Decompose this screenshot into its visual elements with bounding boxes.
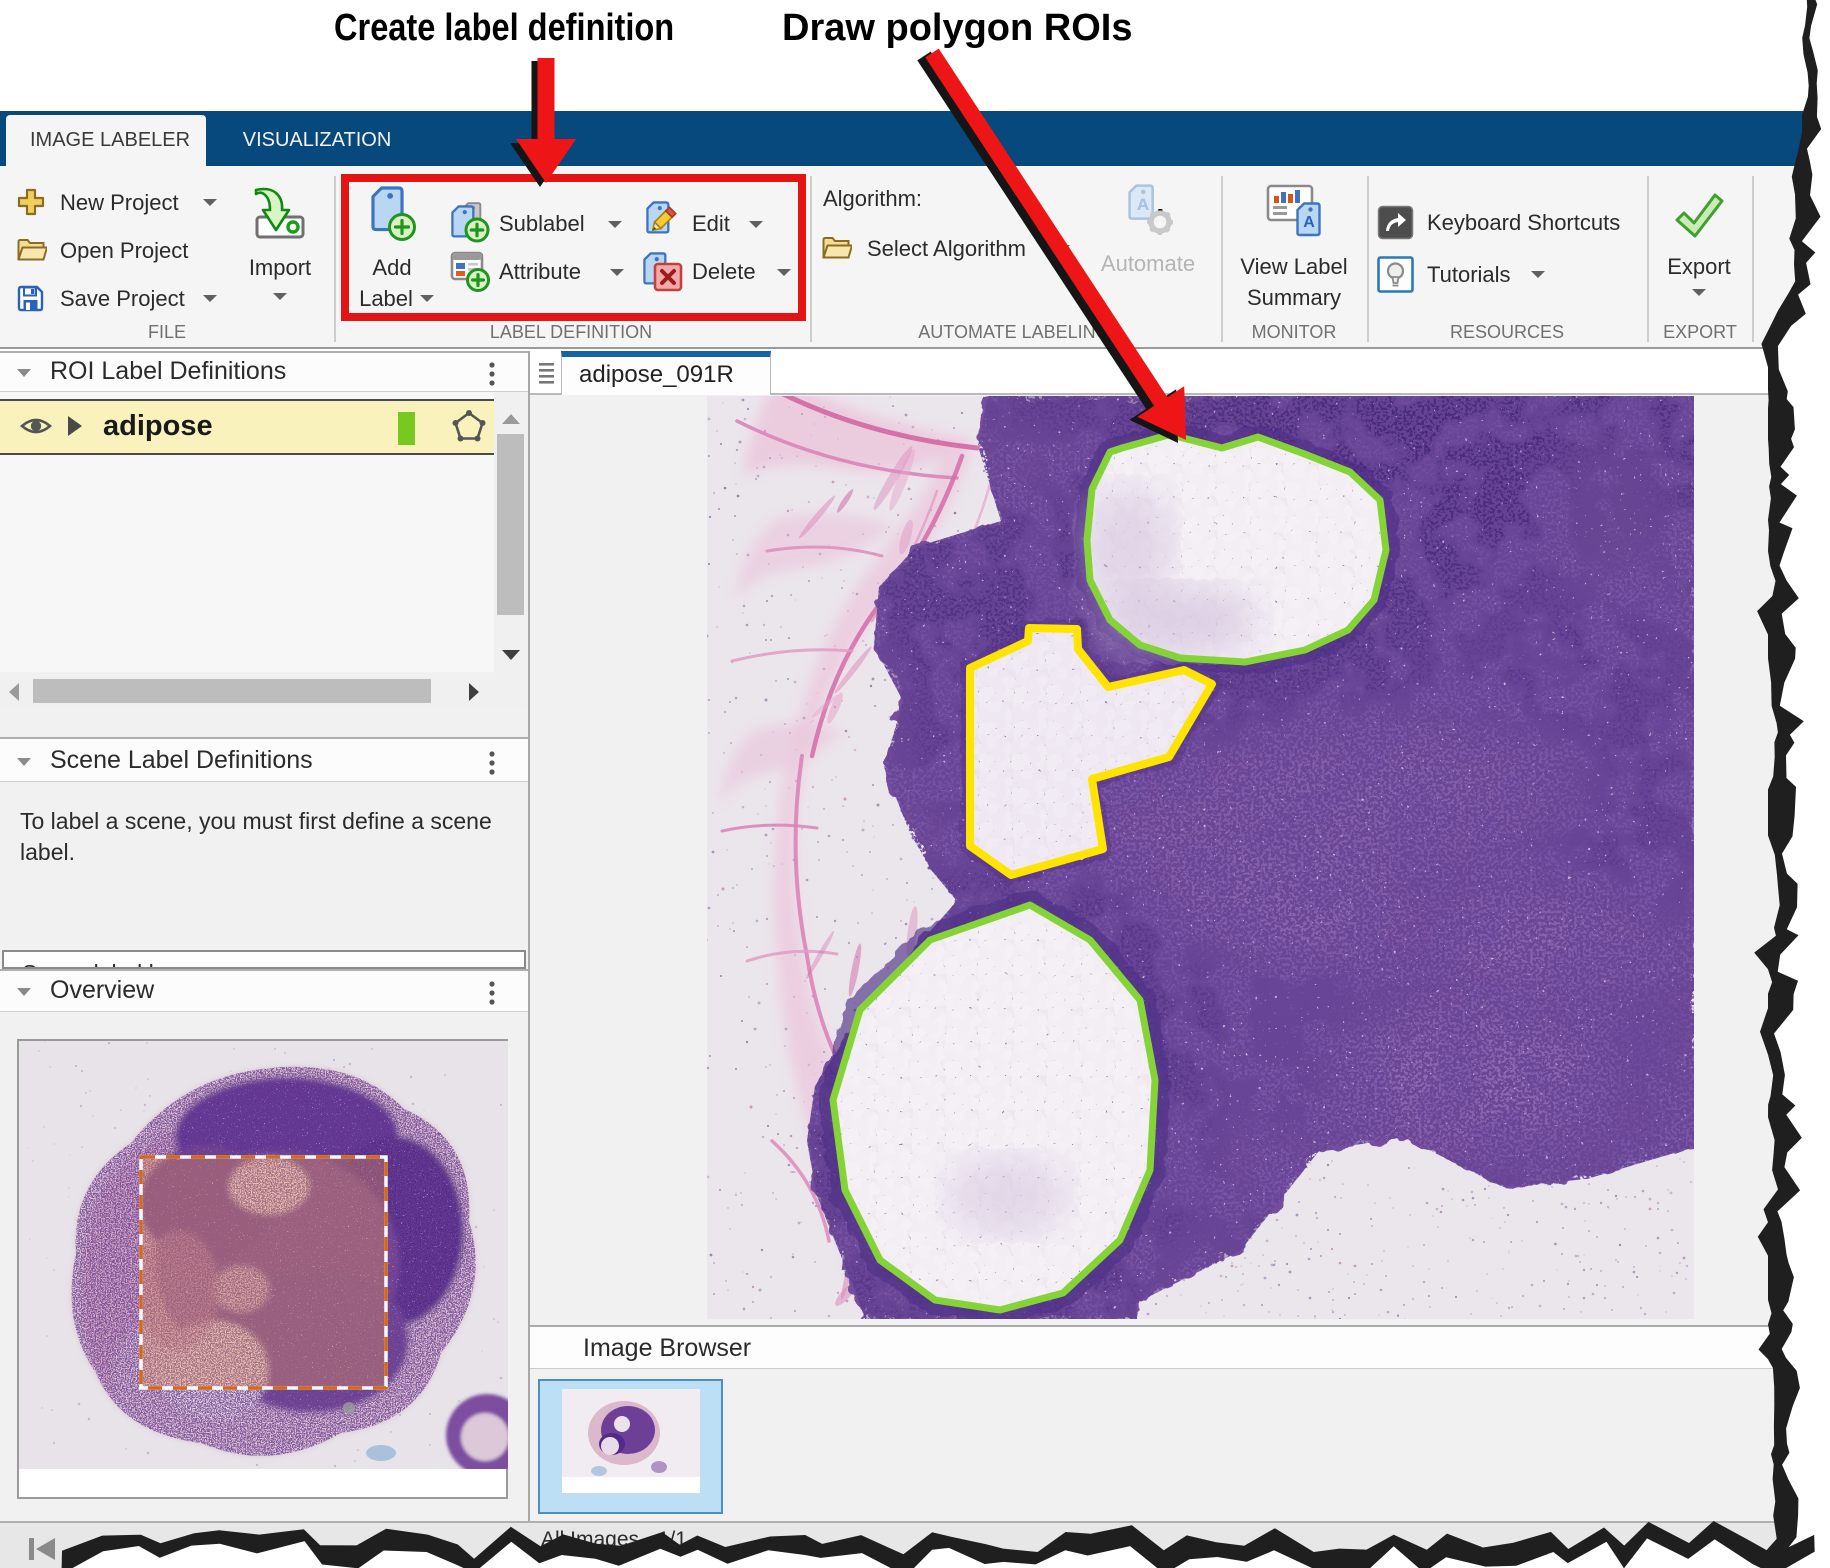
svg-text:A: A: [1303, 214, 1315, 231]
svg-text:A: A: [1137, 195, 1149, 214]
